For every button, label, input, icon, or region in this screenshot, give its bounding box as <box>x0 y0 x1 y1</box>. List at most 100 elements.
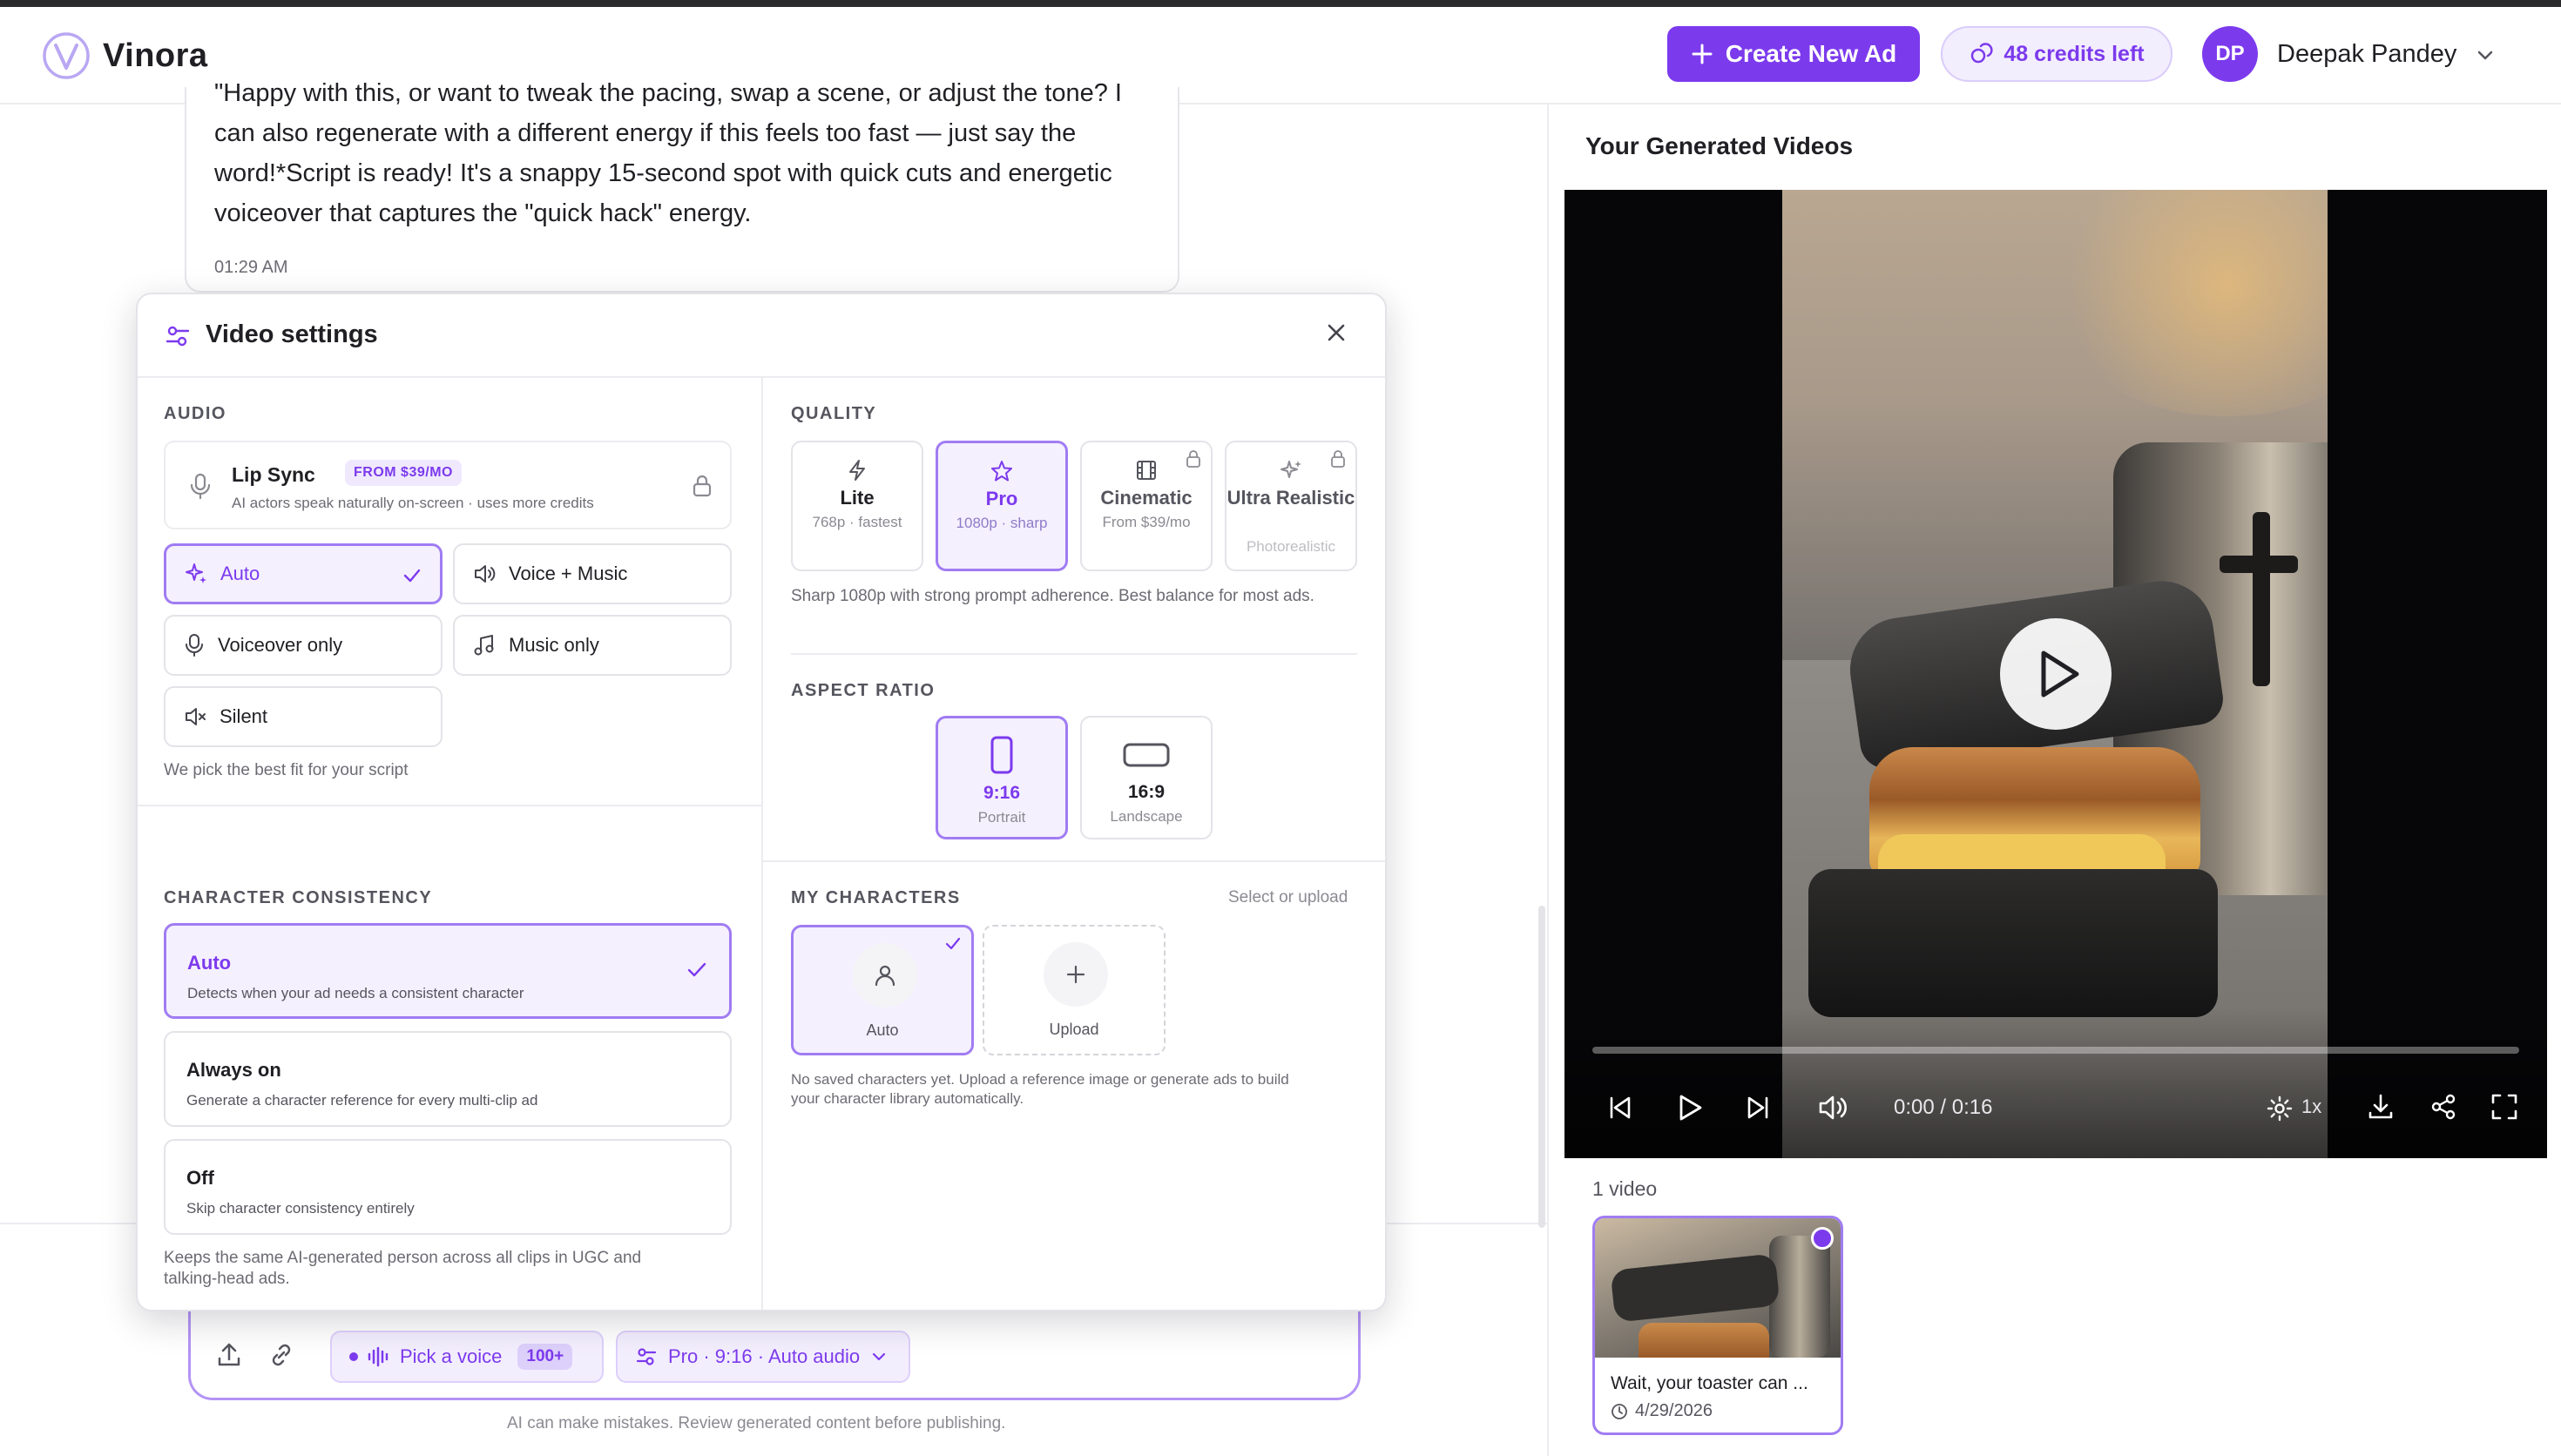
check-icon <box>945 937 961 950</box>
link-icon[interactable] <box>267 1341 295 1369</box>
quality-card-cinematic[interactable]: Cinematic From $39/mo <box>1080 441 1213 571</box>
quality-title: Cinematic <box>1100 487 1193 509</box>
video-thumbnail-title: Wait, your toaster can ... <box>1611 1373 1808 1393</box>
check-icon <box>687 962 706 977</box>
audio-option-auto[interactable]: Auto <box>164 543 443 604</box>
video-date-text: 4/29/2026 <box>1635 1401 1713 1420</box>
character-card-auto[interactable]: Auto <box>791 925 974 1055</box>
gear-icon[interactable] <box>2267 1095 2293 1122</box>
microphone-icon <box>190 473 211 500</box>
consistency-option-off[interactable]: Off Skip character consistency entirely <box>164 1139 732 1235</box>
app-name: Vinora <box>103 37 208 74</box>
consistency-option-desc: Skip character consistency entirely <box>186 1200 415 1217</box>
my-characters-section-label: MY CHARACTERS <box>791 888 961 907</box>
quality-card-pro[interactable]: Pro 1080p · sharp <box>936 441 1068 571</box>
download-icon[interactable] <box>2366 1092 2395 1122</box>
chevron-down-icon[interactable] <box>2476 45 2495 64</box>
modal-title: Video settings <box>206 320 378 348</box>
chat-message-line: word!*Script is ready! It's a snappy 15-… <box>214 159 1112 187</box>
plus-icon <box>1066 965 1085 984</box>
consistency-option-desc: Detects when your ad needs a consistent … <box>187 985 524 1001</box>
my-characters-hint: No saved characters yet. Upload a refere… <box>791 1071 1289 1088</box>
consistency-option-desc: Generate a character reference for every… <box>186 1092 538 1109</box>
video-scene-lever-bar <box>2220 556 2298 573</box>
clock-icon <box>1612 1403 1627 1419</box>
music-note-icon <box>474 635 494 656</box>
aspect-card-landscape[interactable]: 16:9 Landscape <box>1080 716 1213 839</box>
vinora-logo-icon <box>43 32 90 79</box>
video-scene-glow <box>2044 190 2328 416</box>
pick-voice-button[interactable]: Pick a voice 100+ <box>330 1331 604 1383</box>
audio-option-voiceover-only[interactable]: Voiceover only <box>164 615 443 676</box>
video-progress-bar[interactable] <box>1592 1047 2519 1054</box>
quality-card-ultra-realistic[interactable]: Ultra Realistic Photorealistic <box>1225 441 1357 571</box>
modal-section-divider <box>791 653 1357 655</box>
aspect-subtitle: Portrait <box>977 809 1026 826</box>
video-scene-lever <box>2253 512 2270 686</box>
consistency-option-auto[interactable]: Auto Detects when your ad needs a consis… <box>164 923 732 1019</box>
sliders-icon <box>636 1348 657 1365</box>
character-card-upload[interactable]: Upload <box>983 925 1166 1055</box>
portrait-frame-icon <box>990 736 1013 774</box>
video-settings-button[interactable]: Pro · 9:16 · Auto audio <box>616 1331 910 1383</box>
chevron-down-icon <box>873 1352 886 1361</box>
sparkle-icon <box>186 563 206 583</box>
character-avatar <box>853 943 917 1008</box>
quality-subtitle: Photorealistic <box>1246 538 1336 555</box>
audio-option-label: Voiceover only <box>218 634 343 656</box>
credits-pill[interactable]: 48 credits left <box>1941 26 2172 82</box>
volume-icon[interactable] <box>1817 1092 1850 1123</box>
chat-message-bubble: "Happy with this, or want to tweak the p… <box>185 79 1179 293</box>
consistency-option-title: Auto <box>187 952 232 974</box>
film-icon <box>1137 461 1156 480</box>
user-name[interactable]: Deepak Pandey <box>2277 40 2456 69</box>
my-characters-side-hint: Select or upload <box>1228 888 1348 907</box>
play-icon[interactable] <box>1674 1092 1706 1123</box>
aspect-ratio-section-label: ASPECT RATIO <box>791 681 936 700</box>
skip-back-icon[interactable] <box>1605 1092 1636 1123</box>
sparkle-icon <box>1280 461 1301 478</box>
audio-option-label: Voice + Music <box>509 563 628 584</box>
consistency-option-always-on[interactable]: Always on Generate a character reference… <box>164 1031 732 1127</box>
chat-message-line: can also regenerate with a different ene… <box>214 119 1077 147</box>
share-icon[interactable] <box>2429 1092 2458 1122</box>
audio-option-music-only[interactable]: Music only <box>453 615 732 676</box>
close-icon[interactable] <box>1324 320 1348 345</box>
aspect-card-portrait[interactable]: 9:16 Portrait <box>936 716 1068 839</box>
avatar[interactable]: DP <box>2202 26 2258 82</box>
lip-sync-card[interactable]: Lip Sync FROM $39/MO AI actors speak nat… <box>164 441 732 529</box>
play-overlay-button[interactable] <box>2000 618 2112 730</box>
video-player[interactable]: 0:00 / 0:16 1x <box>1564 190 2547 1158</box>
video-settings-summary: Pro · 9:16 · Auto audio <box>668 1345 861 1367</box>
landscape-frame-icon <box>1123 743 1170 767</box>
logo[interactable]: Vinora <box>42 31 208 80</box>
create-new-ad-button[interactable]: Create New Ad <box>1667 26 1920 82</box>
lip-sync-price-badge: FROM $39/MO <box>345 460 462 486</box>
audio-option-voice-music[interactable]: Voice + Music <box>453 543 732 604</box>
my-characters-hint: your character library automatically. <box>791 1090 1024 1107</box>
check-icon <box>403 569 421 583</box>
upload-icon[interactable] <box>215 1341 243 1369</box>
quality-subtitle: 1080p · sharp <box>956 515 1048 531</box>
chat-scrollbar[interactable] <box>1538 906 1545 1228</box>
consistency-hint: talking-head ads. <box>164 1270 290 1288</box>
user-icon <box>875 965 895 987</box>
playback-speed[interactable]: 1x <box>2301 1095 2321 1118</box>
audio-section-label: AUDIO <box>164 404 226 423</box>
sliders-icon <box>166 326 190 347</box>
audio-option-silent[interactable]: Silent <box>164 686 443 747</box>
fullscreen-icon[interactable] <box>2490 1092 2519 1122</box>
consistency-option-title: Always on <box>186 1059 281 1081</box>
mute-icon <box>186 708 206 725</box>
credits-label: 48 credits left <box>2004 41 2145 66</box>
lip-sync-title: Lip Sync <box>232 463 315 486</box>
consistency-hint: Keeps the same AI-generated person acros… <box>164 1249 642 1267</box>
quality-title: Pro <box>985 488 1018 509</box>
generated-videos-title: Your Generated Videos <box>1585 132 1854 159</box>
quality-section-label: QUALITY <box>791 404 877 423</box>
chat-message-text: "Happy with this, or want to tweak the p… <box>214 79 1155 247</box>
skip-forward-icon[interactable] <box>1742 1092 1774 1123</box>
aspect-title: 9:16 <box>983 783 1021 803</box>
quality-card-lite[interactable]: Lite 768p · fastest <box>791 441 923 571</box>
video-thumbnail-card[interactable]: Wait, your toaster can ... 4/29/2026 <box>1592 1216 1843 1435</box>
